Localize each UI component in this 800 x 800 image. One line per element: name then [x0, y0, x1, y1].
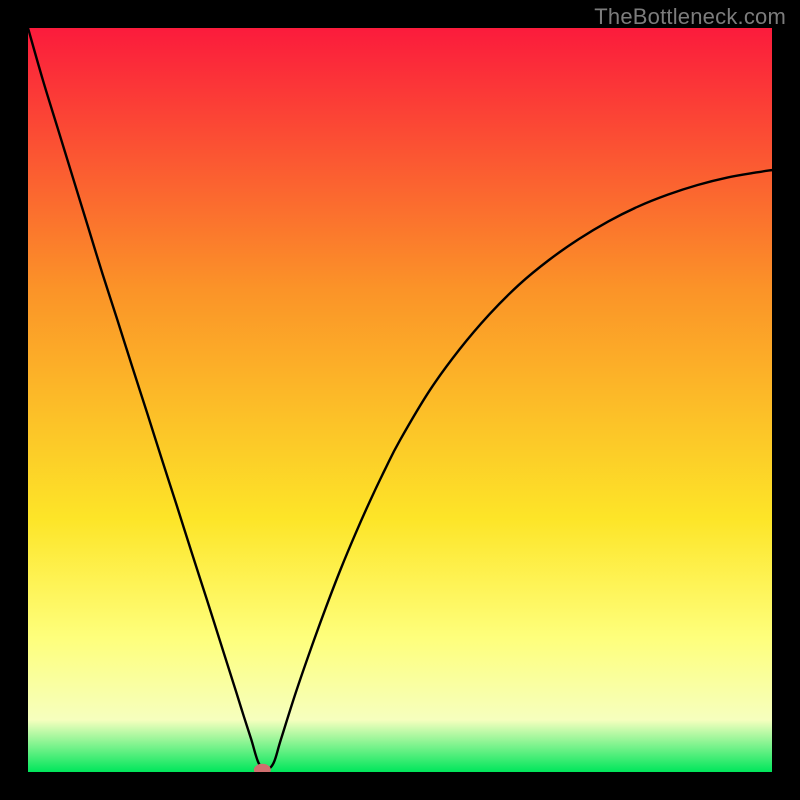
watermark-text: TheBottleneck.com — [594, 4, 786, 30]
plot-area — [28, 28, 772, 772]
chart-svg — [28, 28, 772, 772]
chart-frame: TheBottleneck.com — [0, 0, 800, 800]
optimum-marker — [254, 764, 270, 772]
gradient-background — [28, 28, 772, 772]
